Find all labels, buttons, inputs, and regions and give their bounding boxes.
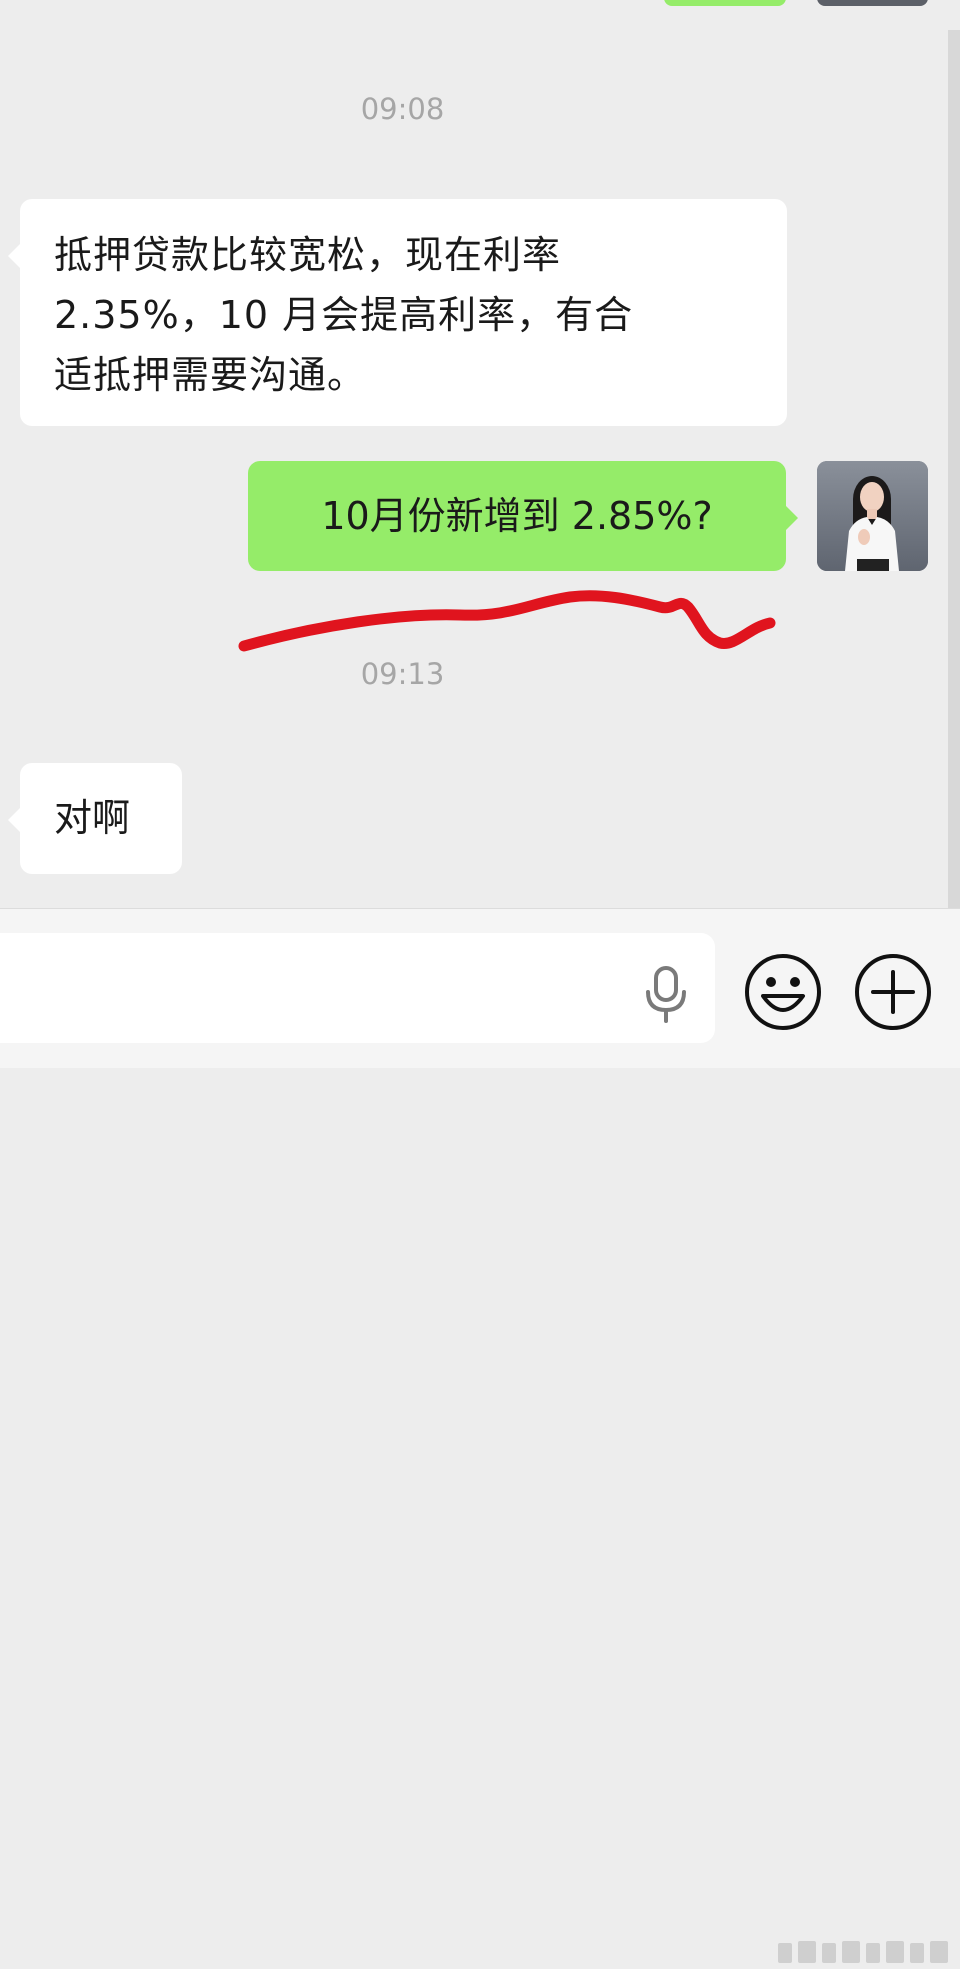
timestamp: 09:13 <box>360 657 445 691</box>
chat-message-area[interactable]: 09:08 抵押贷款比较宽松，现在利率 2.35%，10 月会提高利率，有合 适… <box>0 0 960 908</box>
microphone-icon[interactable] <box>640 964 692 1024</box>
message-text: 对啊 <box>54 796 131 840</box>
message-text-line: 抵押贷款比较宽松，现在利率 <box>54 233 562 277</box>
timestamp: 09:08 <box>360 92 445 126</box>
avatar[interactable] <box>817 461 928 571</box>
previous-avatar-partial[interactable] <box>817 0 928 6</box>
plus-circle-icon[interactable] <box>853 952 933 1032</box>
message-input[interactable] <box>0 933 715 1043</box>
chat-input-bar <box>0 908 960 1963</box>
message-text: 10月份新增到 2.85%? <box>321 494 713 538</box>
received-message-bubble[interactable]: 对啊 <box>8 763 182 874</box>
emoji-smile-icon[interactable] <box>743 952 823 1032</box>
avatar-photo <box>817 461 928 571</box>
sent-message-bubble[interactable]: 10月份新增到 2.85%? <box>248 461 798 571</box>
red-annotation-scribble <box>238 590 776 652</box>
received-message-bubble[interactable]: 抵押贷款比较宽松，现在利率 2.35%，10 月会提高利率，有合 适抵押需要沟通… <box>8 199 787 426</box>
previous-sent-bubble-partial[interactable] <box>664 0 786 6</box>
message-text-line: 适抵押需要沟通。 <box>54 353 367 397</box>
scrollbar[interactable] <box>948 30 960 908</box>
message-text-line: 2.35%，10 月会提高利率，有合 <box>54 293 634 337</box>
watermark-logo <box>778 1941 948 1963</box>
